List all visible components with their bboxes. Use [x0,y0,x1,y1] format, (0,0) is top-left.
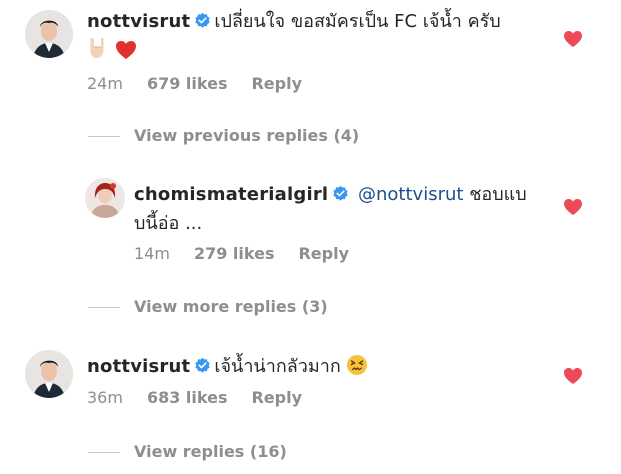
comment-likes[interactable]: 683 likes [147,388,228,407]
comment-username[interactable]: nottvisrut [87,11,190,32]
avatar[interactable] [25,350,73,398]
thread-toggle-label: View more replies (3) [134,297,328,316]
thread-line [88,136,120,137]
comment-time: 14m [134,244,170,263]
red-heart-emoji [115,40,137,69]
verified-badge-icon [195,357,210,373]
comment-text: ชอบแบ [469,184,527,205]
comment-text-continued: บนี้อ่อ ... [134,213,203,234]
like-heart-icon[interactable] [563,198,583,216]
reply-button[interactable]: Reply [298,244,349,263]
persevering-face-emoji [346,354,368,385]
thread-line [88,307,120,308]
like-heart-icon[interactable] [563,367,583,385]
comment-username[interactable]: nottvisrut [87,356,190,377]
reply-button[interactable]: Reply [251,388,302,407]
comment-body: nottvisrut เปลี่ยนใจ ขอสมัครเป็น FC เจ้น้… [87,7,557,69]
avatar-image [25,10,73,58]
avatar-image [25,350,73,398]
avatar[interactable] [25,10,73,58]
avatar[interactable] [85,178,125,218]
comment-text: เจ้น้ำน่ากลัวมาก [214,356,341,377]
rock-hand-emoji [87,36,109,69]
thread-line [88,452,120,453]
comment-likes[interactable]: 679 likes [147,74,228,93]
comment-meta: 36m 683 likes Reply [87,388,326,407]
comment-meta: 14m 279 likes Reply [134,244,373,263]
thread-toggle-label: View previous replies (4) [134,126,360,145]
verified-badge-icon [333,185,348,201]
comment-body: chomismaterialgirl @nottvisrut ชอบแบ บนี… [134,180,534,238]
thread-toggle-label: View replies (16) [134,442,287,461]
comment-username[interactable]: chomismaterialgirl [134,184,328,205]
comment-time: 36m [87,388,123,407]
view-more-replies-button[interactable]: View more replies (3) [88,297,328,316]
view-replies-button[interactable]: View replies (16) [88,442,287,461]
view-previous-replies-button[interactable]: View previous replies (4) [88,126,359,145]
avatar-image [85,178,125,218]
reply-button[interactable]: Reply [251,74,302,93]
comment-likes[interactable]: 279 likes [194,244,275,263]
mention-link[interactable]: @nottvisrut [358,184,463,205]
comment-body: nottvisrut เจ้น้ำน่ากลัวมาก [87,352,557,385]
comment-text: เปลี่ยนใจ ขอสมัครเป็น FC เจ้น้ำ ครับ [214,11,501,32]
like-heart-icon[interactable] [563,30,583,48]
comment-time: 24m [87,74,123,93]
verified-badge-icon [195,12,210,28]
comment-meta: 24m 679 likes Reply [87,74,326,93]
